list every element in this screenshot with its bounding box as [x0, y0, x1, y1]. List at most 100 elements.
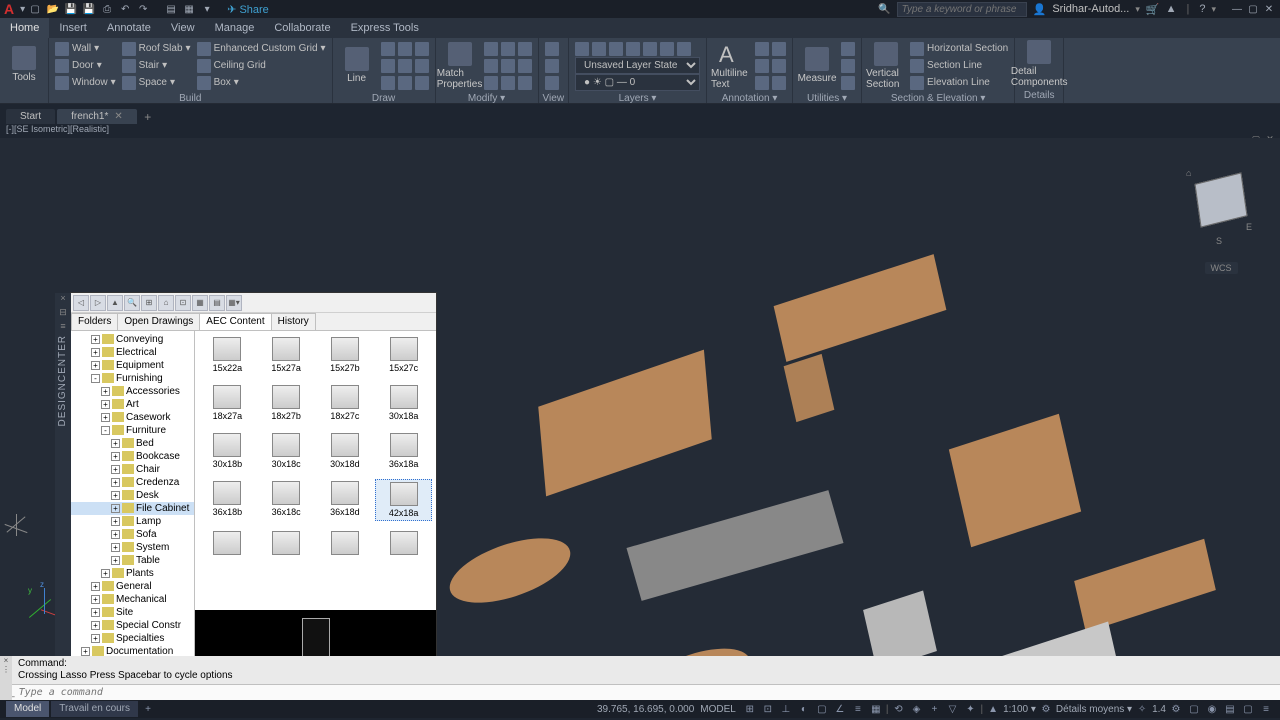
content-item[interactable]: 36x18a — [375, 431, 432, 471]
fav-icon[interactable]: ⊞ — [141, 295, 157, 311]
viewport-controls[interactable]: [-][SE Isometric][Realistic] —▢✕ — [0, 124, 1280, 138]
grid-icon[interactable]: ⊞ — [742, 701, 758, 717]
dc-tab-aec[interactable]: AEC Content — [199, 313, 271, 330]
otrack-icon[interactable]: ∠ — [832, 701, 848, 717]
model-desk[interactable] — [1074, 539, 1216, 632]
home-icon[interactable]: ⌂ — [1186, 168, 1191, 178]
workspace-icon[interactable]: ⚙ — [1168, 701, 1184, 717]
cycle-icon[interactable]: ⟲ — [890, 701, 906, 717]
search-icon[interactable]: 🔍 — [124, 295, 140, 311]
content-item[interactable] — [375, 529, 432, 559]
tab-insert[interactable]: Insert — [49, 18, 97, 38]
viewcube[interactable]: ⌂ S E WCS — [1186, 168, 1256, 278]
dc-tab-drawings[interactable]: Open Drawings — [117, 313, 200, 330]
viewcube-cube[interactable] — [1195, 172, 1248, 227]
tree-item[interactable]: +Site — [71, 606, 194, 619]
content-item[interactable]: 18x27a — [199, 383, 256, 423]
palette-titlebar[interactable]: × ⊟ ≡ DESIGNCENTER — [55, 293, 71, 656]
layout-tab[interactable]: Travail en cours — [51, 701, 138, 717]
cmd-handle-icon[interactable]: ⋮ — [2, 665, 10, 674]
3dosnap-icon[interactable]: ◈ — [908, 701, 924, 717]
tree-item[interactable]: +Special Constr — [71, 619, 194, 632]
tab-drawing[interactable]: french1*✕ — [57, 109, 137, 124]
isolate-icon[interactable]: ◉ — [1204, 701, 1220, 717]
open-icon[interactable]: 📂 — [45, 1, 61, 17]
tree-item[interactable]: +File Cabinet — [71, 502, 194, 515]
content-item[interactable]: 15x27b — [317, 335, 374, 375]
cart-icon[interactable]: 🛒 — [1146, 3, 1160, 16]
tree-item[interactable]: -Furniture — [71, 424, 194, 437]
preview-icon[interactable]: ▦ — [192, 295, 208, 311]
dyn-icon[interactable]: + — [926, 701, 942, 717]
tree-item[interactable]: +Sofa — [71, 528, 194, 541]
model-table[interactable] — [635, 637, 756, 656]
user-icon[interactable]: 👤 — [1033, 3, 1047, 16]
command-input[interactable] — [19, 687, 1276, 698]
search-icon[interactable]: 🔍 — [878, 4, 890, 15]
project2-icon[interactable]: ▦ — [181, 1, 197, 17]
tools-button[interactable]: Tools — [4, 40, 44, 88]
line-button[interactable]: Line — [337, 40, 377, 91]
content-item[interactable] — [258, 529, 315, 559]
content-item[interactable]: 36x18b — [199, 479, 256, 521]
project-icon[interactable]: ▤ — [163, 1, 179, 17]
tree-item[interactable]: +Desk — [71, 489, 194, 502]
coords[interactable]: 39.765, 16.695, 0.000 — [597, 704, 694, 715]
detail-components-button[interactable]: Detail Components — [1019, 40, 1059, 88]
measure-button[interactable]: Measure — [797, 40, 837, 91]
tree-item[interactable]: -Furnishing — [71, 372, 194, 385]
palette-menu-icon[interactable]: ≡ — [55, 321, 71, 335]
tab-annotate[interactable]: Annotate — [97, 18, 161, 38]
content-item[interactable]: 15x27c — [375, 335, 432, 375]
wall-button[interactable]: Wall ▾ — [53, 40, 118, 57]
elevation-line-button[interactable]: Elevation Line — [908, 74, 1010, 91]
match-properties-button[interactable]: Match Properties — [440, 40, 480, 91]
viewport[interactable]: x y z ⌂ S E WCS × ⊟ ≡ DESIGNCENTER ◁ ▷ ▲… — [0, 138, 1280, 656]
tab-start[interactable]: Start — [6, 109, 55, 124]
tree-item[interactable]: +Bed — [71, 437, 194, 450]
minimize-icon[interactable]: — — [1230, 4, 1244, 15]
model-countertop[interactable] — [626, 490, 843, 601]
qat-dropdown-icon[interactable]: ▾ — [199, 1, 215, 17]
palette-close-icon[interactable]: × — [55, 293, 71, 307]
user-dropdown-icon[interactable]: ▾ — [1135, 4, 1140, 15]
lwt-icon[interactable]: ≡ — [850, 701, 866, 717]
content-item[interactable]: 36x18d — [317, 479, 374, 521]
vsection-button[interactable]: Vertical Section — [866, 40, 906, 91]
section-line-button[interactable]: Section Line — [908, 57, 1010, 74]
tree-item[interactable]: +Mechanical — [71, 593, 194, 606]
content-item[interactable]: 42x18a — [375, 479, 432, 521]
maximize-icon[interactable]: ▢ — [1246, 4, 1260, 15]
hardware-icon[interactable]: ▤ — [1222, 701, 1238, 717]
model-button[interactable]: MODEL — [700, 704, 736, 715]
back-icon[interactable]: ◁ — [73, 295, 89, 311]
content-item[interactable]: 18x27c — [317, 383, 374, 423]
tree-item[interactable]: +Equipment — [71, 359, 194, 372]
undo-icon[interactable]: ↶ — [117, 1, 133, 17]
tree-item[interactable]: +Credenza — [71, 476, 194, 489]
content-item[interactable]: 15x27a — [258, 335, 315, 375]
content-item[interactable]: 30x18d — [317, 431, 374, 471]
tree-item[interactable]: +Documentation — [71, 645, 194, 656]
palette-pin-icon[interactable]: ⊟ — [55, 307, 71, 321]
tab-collaborate[interactable]: Collaborate — [264, 18, 340, 38]
custom-icon[interactable]: ≡ — [1258, 701, 1274, 717]
tab-close-icon[interactable]: ✕ — [114, 111, 122, 122]
dc-tab-folders[interactable]: Folders — [71, 313, 118, 330]
tree-item[interactable]: +Table — [71, 554, 194, 567]
content-item[interactable]: 30x18c — [258, 431, 315, 471]
cleanscreen-icon[interactable]: ▢ — [1240, 701, 1256, 717]
menu-dropdown-icon[interactable]: ▾ — [20, 4, 25, 15]
layer-state-select[interactable]: Unsaved Layer State — [575, 57, 700, 74]
tab-view[interactable]: View — [161, 18, 205, 38]
tree-item[interactable]: +Lamp — [71, 515, 194, 528]
help-icon[interactable]: ? — [1199, 3, 1205, 15]
cmd-close-icon[interactable]: × — [4, 656, 9, 665]
new-icon[interactable]: ▢ — [27, 1, 43, 17]
gizmo-icon[interactable]: ✦ — [962, 701, 978, 717]
tree-item[interactable]: +Bookcase — [71, 450, 194, 463]
help-dropdown-icon[interactable]: ▾ — [1211, 4, 1216, 15]
model-table[interactable] — [444, 525, 576, 615]
model-desk[interactable] — [774, 254, 947, 362]
roofslab-button[interactable]: Roof Slab ▾ — [120, 40, 193, 57]
